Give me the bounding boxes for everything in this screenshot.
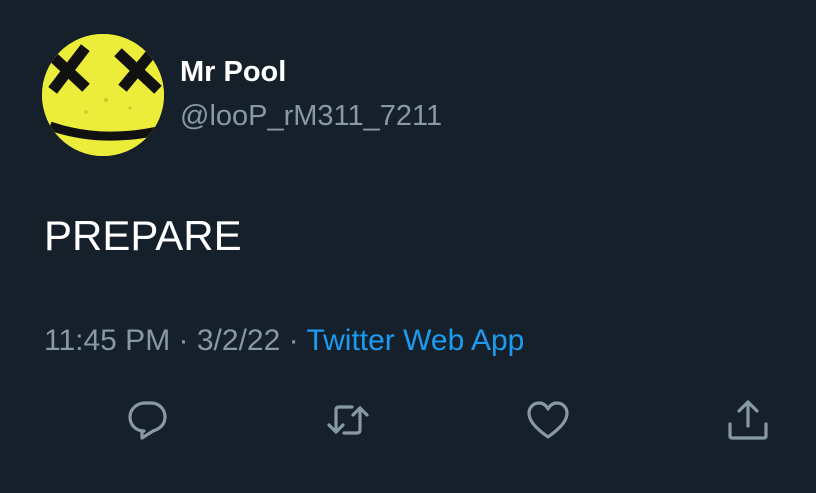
tweet-card: Mr Pool @looP_rM311_7211 PREPARE 11:45 P… [0,0,816,493]
meta-separator: · [178,324,189,357]
tweet-meta: 11:45 PM · 3/2/22 · Twitter Web App [44,324,524,358]
tweet-text: PREPARE [44,212,242,259]
reply-icon [128,401,167,440]
avatar[interactable] [42,34,164,156]
like-button[interactable] [524,396,572,444]
tweet-source-link[interactable]: Twitter Web App [306,324,524,357]
share-icon [728,400,768,440]
retweet-button[interactable] [324,396,372,444]
tweet-time[interactable]: 11:45 PM [44,324,170,357]
tweet-date[interactable]: 3/2/22 [197,324,280,357]
like-icon [527,401,569,439]
yellow-smiley-avatar-icon [42,34,164,156]
retweet-icon [327,405,369,435]
share-button[interactable] [724,396,772,444]
meta-separator: · [288,324,299,357]
display-name[interactable]: Mr Pool [180,56,286,89]
tweet-actions [0,396,816,446]
user-handle[interactable]: @looP_rM311_7211 [180,100,442,133]
reply-button[interactable] [124,396,172,444]
